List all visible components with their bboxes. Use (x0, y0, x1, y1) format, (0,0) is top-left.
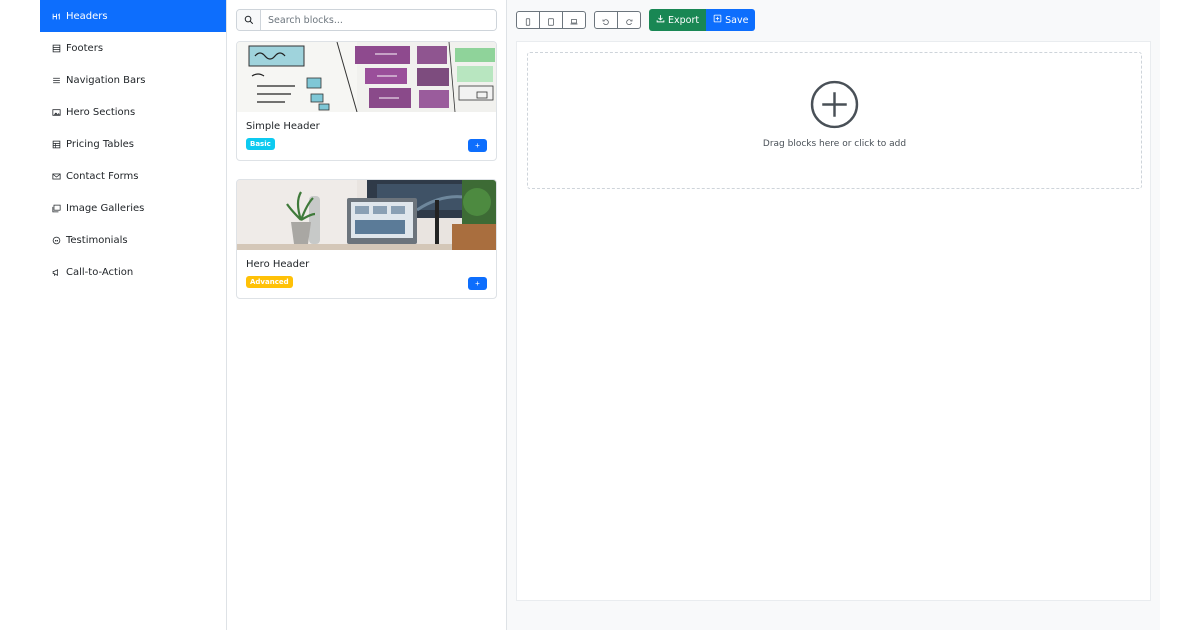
list-icon (51, 75, 61, 85)
sidebar-item-pricing-tables[interactable]: Pricing Tables (40, 128, 226, 160)
block-thumbnail (237, 42, 496, 112)
block-title: Hero Header (246, 259, 310, 270)
sidebar-item-footers[interactable]: Footers (40, 32, 226, 64)
add-block-button[interactable]: + (468, 139, 487, 152)
image-icon (51, 107, 61, 117)
sidebar-item-headers[interactable]: Headers (40, 0, 226, 32)
history-group (594, 11, 641, 29)
redo-button[interactable] (617, 11, 641, 29)
add-block-button[interactable]: + (468, 277, 487, 290)
sidebar-item-hero-sections[interactable]: Hero Sections (40, 96, 226, 128)
blocks-panel: Simple Header Basic + (227, 0, 507, 630)
redo-icon (625, 11, 633, 30)
device-toggle-group (516, 11, 586, 29)
envelope-icon (51, 171, 61, 181)
block-card-simple-header[interactable]: Simple Header Basic + (236, 41, 497, 161)
sidebar-item-label: Hero Sections (66, 106, 136, 118)
heading-icon (51, 11, 61, 21)
page-canvas: Drag blocks here or click to add (516, 41, 1151, 601)
block-title: Simple Header (246, 121, 320, 132)
sidebar-item-contact-forms[interactable]: Contact Forms (40, 160, 226, 192)
phone-icon (524, 11, 532, 30)
tablet-icon (547, 11, 555, 30)
dropzone-hint: Drag blocks here or click to add (762, 139, 907, 149)
sidebar-item-label: Call-to-Action (66, 266, 134, 278)
table-icon (51, 139, 61, 149)
mobile-view-button[interactable] (516, 11, 540, 29)
sidebar-item-image-galleries[interactable]: Image Galleries (40, 192, 226, 224)
editor-toolbar: Export Save (516, 9, 756, 31)
search-input[interactable] (261, 10, 496, 30)
sidebar-item-label: Testimonials (66, 234, 128, 246)
sidebar-item-call-to-action[interactable]: Call-to-Action (40, 256, 226, 288)
layout-icon (51, 43, 61, 53)
sidebar-item-label: Pricing Tables (66, 138, 134, 150)
save-label: Save (725, 14, 749, 26)
block-dropzone[interactable]: Drag blocks here or click to add (527, 52, 1142, 189)
block-thumbnail (237, 180, 496, 250)
editor-main: Export Save Drag blocks here or click to… (507, 0, 1160, 630)
plus-circle-icon[interactable] (810, 80, 859, 129)
download-icon (656, 14, 668, 26)
block-card-hero-header[interactable]: Hero Header Advanced + (236, 179, 497, 299)
sidebar-item-navigation-bars[interactable]: Navigation Bars (40, 64, 226, 96)
export-button[interactable]: Export (649, 9, 707, 31)
undo-icon (602, 11, 610, 30)
images-icon (51, 203, 61, 213)
quote-icon (51, 235, 61, 245)
sidebar-item-label: Footers (66, 42, 104, 54)
block-level-badge: Basic (246, 138, 275, 150)
page-builder-app: Headers Footers Navigation Bars Hero Sec… (40, 0, 1160, 630)
sidebar-item-label: Navigation Bars (66, 74, 146, 86)
sidebar-item-testimonials[interactable]: Testimonials (40, 224, 226, 256)
sidebar-item-label: Headers (66, 10, 108, 22)
search-box (236, 9, 497, 31)
category-sidebar: Headers Footers Navigation Bars Hero Sec… (40, 0, 227, 630)
search-icon (237, 10, 261, 30)
save-button[interactable]: Save (706, 9, 756, 31)
desktop-view-button[interactable] (562, 11, 586, 29)
laptop-icon (570, 11, 578, 30)
undo-button[interactable] (594, 11, 618, 29)
block-level-badge: Advanced (246, 276, 293, 288)
save-icon (713, 14, 725, 26)
sidebar-item-label: Contact Forms (66, 170, 139, 182)
action-group: Export Save (649, 9, 756, 31)
sidebar-item-label: Image Galleries (66, 202, 145, 214)
megaphone-icon (51, 267, 61, 277)
tablet-view-button[interactable] (539, 11, 563, 29)
export-label: Export (668, 14, 700, 26)
